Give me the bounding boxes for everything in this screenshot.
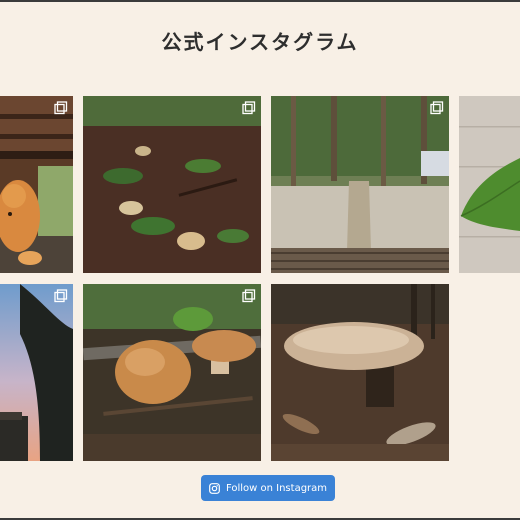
feed-tile-green-leaf-on-wood[interactable] — [459, 96, 520, 273]
multiple-photos-icon — [54, 101, 68, 115]
multiple-photos-icon — [54, 289, 68, 303]
feed-tile-forest-stairs[interactable] — [271, 96, 449, 273]
leaf-photo — [459, 96, 520, 273]
multiple-photos-icon — [242, 101, 256, 115]
feed-tile-forest-floor-path[interactable] — [83, 96, 261, 273]
instagram-icon — [209, 482, 220, 494]
multiple-photos-icon — [430, 101, 444, 115]
page-title: 公式インスタグラム — [161, 30, 359, 54]
feed-tile-pale-mushroom[interactable] — [271, 284, 449, 461]
top-border — [0, 0, 520, 2]
feed-tile-brown-mushrooms[interactable] — [83, 284, 261, 461]
forest-floor-photo — [83, 96, 261, 273]
multiple-photos-icon — [242, 289, 256, 303]
sunset-photo — [0, 284, 73, 461]
pale-mushroom-photo — [271, 284, 449, 461]
brown-mushrooms-photo — [83, 284, 261, 461]
feed-tile-sunset-trees[interactable] — [0, 284, 73, 461]
feed-tile-cat-on-porch[interactable] — [0, 96, 73, 273]
follow-button-label: Follow on Instagram — [225, 482, 328, 494]
forest-stairs-photo — [271, 96, 449, 273]
cat-photo — [0, 96, 73, 273]
follow-on-instagram-button[interactable]: Follow on Instagram — [201, 475, 335, 501]
